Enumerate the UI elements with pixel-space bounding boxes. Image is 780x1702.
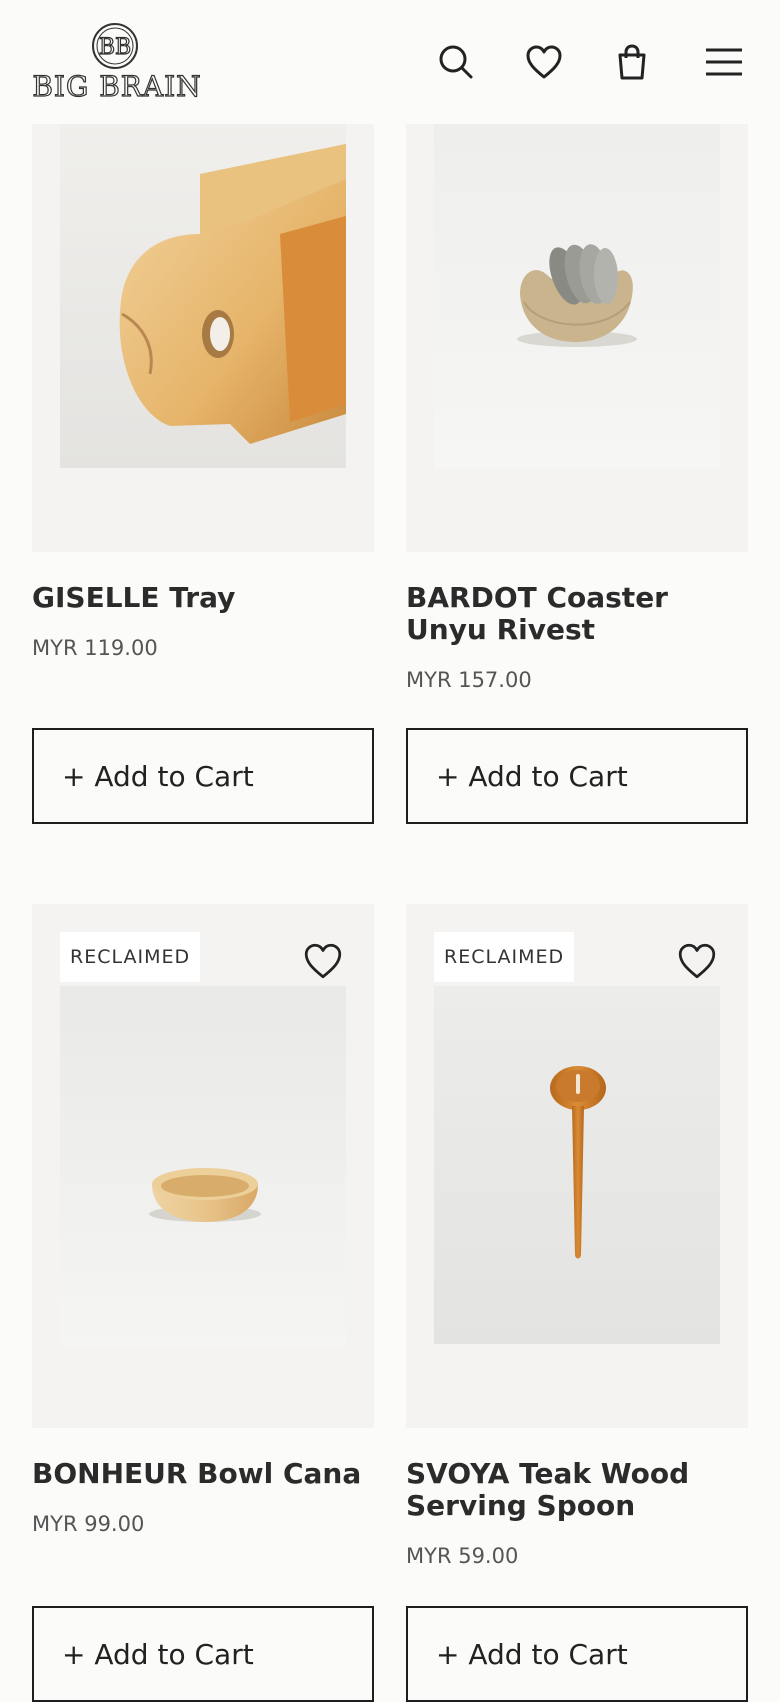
product-image-area[interactable]: RECLAIMED bbox=[406, 904, 748, 1428]
add-to-wishlist-heart-icon[interactable] bbox=[676, 940, 718, 982]
product-price: MYR 119.00 bbox=[32, 636, 158, 660]
menu-icon[interactable] bbox=[704, 42, 746, 82]
add-to-cart-button[interactable]: + Add to Cart bbox=[406, 728, 748, 824]
product-photo bbox=[434, 986, 720, 1344]
product-photo bbox=[434, 124, 720, 468]
shopping-bag-icon[interactable] bbox=[612, 42, 652, 82]
wishlist-heart-icon[interactable] bbox=[524, 42, 564, 82]
product-title[interactable]: GISELLE Tray bbox=[32, 582, 374, 614]
product-card: BARDOT Coaster Unyu Rivest MYR 157.00 + … bbox=[406, 0, 748, 830]
product-card: RECLAIMED BONHEUR Bowl Cana MYR 99.00 + … bbox=[32, 904, 374, 1702]
product-price: MYR 99.00 bbox=[32, 1512, 145, 1536]
search-icon[interactable] bbox=[436, 42, 476, 82]
add-to-cart-button[interactable]: + Add to Cart bbox=[32, 728, 374, 824]
reclaimed-badge: RECLAIMED bbox=[434, 932, 575, 982]
product-card: RECLAIMED SVOYA Teak Wood Serving Spoon … bbox=[406, 904, 748, 1702]
product-price: MYR 157.00 bbox=[406, 668, 532, 692]
add-to-wishlist-heart-icon[interactable] bbox=[302, 940, 344, 982]
product-title[interactable]: BARDOT Coaster Unyu Rivest bbox=[406, 582, 748, 646]
svg-text:BB: BB bbox=[99, 35, 131, 60]
product-card: GISELLE Tray MYR 119.00 + Add to Cart bbox=[32, 0, 374, 830]
product-photo bbox=[60, 124, 346, 468]
product-image-area[interactable]: RECLAIMED bbox=[32, 904, 374, 1428]
product-title[interactable]: BONHEUR Bowl Cana bbox=[32, 1458, 374, 1490]
reclaimed-badge: RECLAIMED bbox=[60, 932, 201, 982]
product-price: MYR 59.00 bbox=[406, 1544, 519, 1568]
product-title[interactable]: SVOYA Teak Wood Serving Spoon bbox=[406, 1458, 748, 1522]
brand-logo[interactable]: BB BIG BRAIN bbox=[32, 22, 202, 104]
product-photo bbox=[60, 986, 346, 1346]
logo-monogram-icon: BB bbox=[91, 22, 139, 70]
site-header: BB BIG BRAIN bbox=[0, 0, 780, 124]
brand-name: BIG BRAIN bbox=[32, 69, 202, 103]
